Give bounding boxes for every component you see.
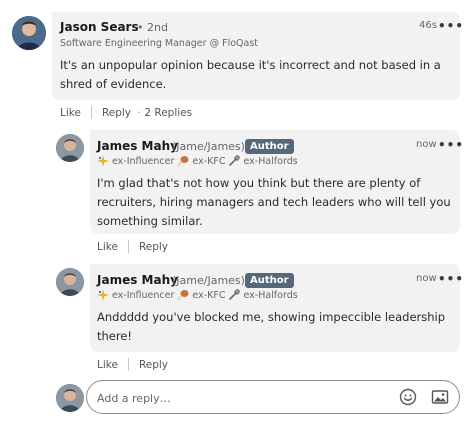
badge-label: ex-KFC xyxy=(192,289,226,301)
sparkle-icon xyxy=(97,289,109,301)
connection-degree: • 2nd xyxy=(137,21,168,34)
author-badges: ex-Influencer ex-KFC ex-Halfords xyxy=(97,289,298,301)
reply-actions: Like Reply xyxy=(97,358,168,371)
avatar-jason-sears[interactable] xyxy=(12,16,46,50)
divider xyxy=(90,106,92,119)
reply-timestamp: now xyxy=(416,139,437,150)
author-badges: ex-Influencer ex-KFC ex-Halfords xyxy=(97,155,298,167)
comment-author-name[interactable]: Jason Sears xyxy=(60,20,139,34)
reply-author-name[interactable]: James Mahy xyxy=(97,139,178,153)
comment-timestamp: 46s xyxy=(419,20,437,31)
chicken-leg-icon xyxy=(177,155,189,167)
reply-author-name[interactable]: James Mahy xyxy=(97,273,178,287)
like-button[interactable]: Like xyxy=(97,359,118,371)
divider xyxy=(127,358,129,371)
reply-composer[interactable] xyxy=(86,380,460,414)
wrench-icon xyxy=(228,155,241,167)
emoji-icon[interactable] xyxy=(399,388,417,406)
reply-button[interactable]: Reply xyxy=(139,359,168,371)
badge-label: ex-Halfords xyxy=(243,155,298,167)
comment-text: It's an unpopular opinion because it's i… xyxy=(60,58,441,91)
author-badge: Author xyxy=(245,273,294,288)
more-options-icon[interactable]: ••• xyxy=(438,273,464,285)
avatar-james-mahy[interactable] xyxy=(56,268,84,296)
badge-label: ex-Influencer xyxy=(112,155,175,167)
chicken-leg-icon xyxy=(177,289,189,301)
reply-author-handle: (Jame/James) xyxy=(172,140,245,153)
separator-dot: · xyxy=(137,106,141,119)
replies-count-link[interactable]: 2 Replies xyxy=(144,107,192,119)
divider xyxy=(127,240,129,253)
badge-label: ex-KFC xyxy=(192,155,226,167)
reply-button[interactable]: Reply xyxy=(139,241,168,253)
avatar-james-mahy[interactable] xyxy=(56,134,84,162)
wrench-icon xyxy=(228,289,241,301)
author-badge: Author xyxy=(245,139,294,154)
image-icon[interactable] xyxy=(431,388,449,406)
sparkle-icon xyxy=(97,155,109,167)
reply-actions: Like Reply xyxy=(97,240,168,253)
reply-text: Anddddd you've blocked me, showing impec… xyxy=(97,310,446,343)
reply-text: I'm glad that's not how you think but th… xyxy=(97,176,451,228)
reply-input[interactable] xyxy=(97,389,387,407)
more-options-icon[interactable]: ••• xyxy=(438,20,464,32)
comment-actions: Like Reply · 2 Replies xyxy=(60,106,192,119)
reply-timestamp: now xyxy=(416,273,437,284)
author-headline: Software Engineering Manager @ FloQast xyxy=(60,38,258,49)
reply-author-handle: (Jame/James) xyxy=(172,274,245,287)
more-options-icon[interactable]: ••• xyxy=(438,139,464,151)
badge-label: ex-Halfords xyxy=(243,289,298,301)
current-user-avatar xyxy=(56,384,84,412)
reply-button[interactable]: Reply xyxy=(102,107,131,119)
badge-label: ex-Influencer xyxy=(112,289,175,301)
like-button[interactable]: Like xyxy=(97,241,118,253)
like-button[interactable]: Like xyxy=(60,107,81,119)
